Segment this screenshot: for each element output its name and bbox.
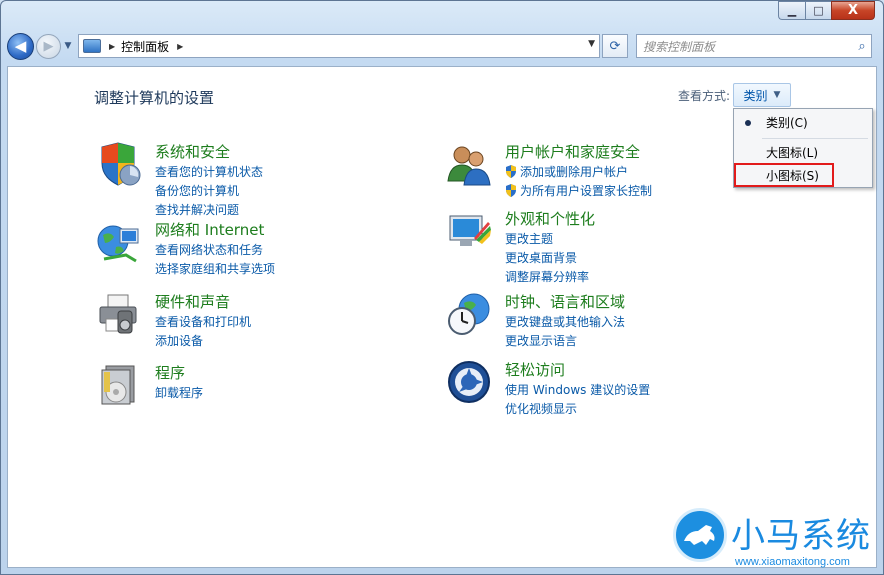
link-homegroup-sharing[interactable]: 选择家庭组和共享选项 [155, 260, 275, 279]
view-by-menu: 类别(C) 大图标(L) 小图标(S) [733, 108, 873, 188]
refresh-button[interactable]: ⟳ [602, 34, 628, 58]
search-input[interactable]: 搜索控制面板 [637, 38, 853, 55]
category-links: 更改主题 更改桌面背景 调整屏幕分辨率 [505, 230, 589, 287]
link-devices-printers[interactable]: 查看设备和打印机 [155, 313, 251, 332]
maximize-button[interactable]: □ [805, 1, 831, 20]
category-links: 查看设备和打印机 添加设备 [155, 313, 251, 351]
category-links: 查看您的计算机状态 备份您的计算机 查找并解决问题 [155, 163, 263, 220]
link-recommended-settings[interactable]: 使用 Windows 建议的设置 [505, 381, 650, 400]
horse-silhouette-icon [684, 525, 715, 545]
link-add-remove-accounts[interactable]: 添加或删除用户帐户 [505, 163, 652, 182]
view-by-label: 查看方式: [678, 89, 731, 103]
page-title: 调整计算机的设置 [94, 89, 215, 107]
search-icon[interactable]: ⌕ [853, 39, 871, 54]
link-change-keyboard[interactable]: 更改键盘或其他输入法 [505, 313, 625, 332]
link-troubleshoot[interactable]: 查找并解决问题 [155, 201, 263, 220]
uac-shield-icon [506, 184, 516, 197]
breadcrumb-control-panel[interactable]: 控制面板 [121, 38, 169, 55]
category-title[interactable]: 用户帐户和家庭安全 [505, 141, 640, 162]
link-screen-resolution[interactable]: 调整屏幕分辨率 [505, 268, 589, 287]
category-title[interactable]: 硬件和声音 [155, 291, 230, 312]
watermark-url: www.xiaomaxitong.com [735, 556, 850, 568]
link-view-computer-status[interactable]: 查看您的计算机状态 [155, 163, 263, 182]
back-button[interactable]: ◀ [7, 32, 34, 60]
link-optimize-display[interactable]: 优化视频显示 [505, 400, 650, 419]
menu-item-label: 大图标(L) [766, 146, 819, 160]
category-title[interactable]: 外观和个性化 [505, 208, 595, 229]
selected-bullet-icon [745, 120, 751, 126]
highlight-box [734, 163, 834, 187]
network-globe-icon [97, 225, 139, 263]
link-change-theme[interactable]: 更改主题 [505, 230, 589, 249]
navigation-bar: ◀ ▶ ▼ ▶ 控制面板 ▶ ▼ ⟳ 搜索控制面板 ⌕ [7, 31, 877, 61]
users-icon [447, 146, 491, 186]
category-links: 查看网络状态和任务 选择家庭组和共享选项 [155, 241, 275, 279]
display-palette-icon [449, 215, 491, 246]
forward-arrow-icon: ▶ [43, 38, 54, 54]
uac-shield-icon [506, 165, 516, 178]
link-backup-computer[interactable]: 备份您的计算机 [155, 182, 263, 201]
shield-icon [101, 142, 141, 186]
caption-buttons: ▁ □ X [778, 1, 875, 20]
menu-item-category[interactable]: 类别(C) [734, 111, 872, 135]
control-panel-icon [83, 39, 101, 53]
category-links: 卸载程序 [155, 384, 203, 403]
menu-item-label: 类别(C) [766, 116, 808, 130]
printer-icon [99, 294, 137, 334]
category-links: 更改键盘或其他输入法 更改显示语言 [505, 313, 625, 351]
category-title[interactable]: 程序 [155, 362, 185, 383]
recent-pages-dropdown[interactable]: ▼ [62, 41, 74, 51]
link-change-display-language[interactable]: 更改显示语言 [505, 332, 625, 351]
chevron-down-icon: ▼ [773, 90, 781, 100]
link-add-device[interactable]: 添加设备 [155, 332, 251, 351]
refresh-icon: ⟳ [609, 38, 621, 54]
view-by-dropdown[interactable]: 类别 ▼ [733, 83, 791, 107]
category-title[interactable]: 时钟、语言和区域 [505, 291, 625, 312]
breadcrumb-chevron-icon[interactable]: ▶ [177, 42, 183, 51]
link-view-network-status[interactable]: 查看网络状态和任务 [155, 241, 275, 260]
search-box[interactable]: 搜索控制面板 ⌕ [636, 34, 872, 58]
category-title[interactable]: 网络和 Internet [155, 219, 264, 240]
menu-divider [762, 138, 868, 139]
menu-item-large-icons[interactable]: 大图标(L) [734, 141, 872, 165]
clock-globe-icon [448, 293, 490, 335]
category-links: 使用 Windows 建议的设置 优化视频显示 [505, 381, 650, 419]
link-label: 为所有用户设置家长控制 [520, 184, 653, 198]
watermark-title: 小马系统 [731, 516, 871, 556]
address-history-dropdown-icon[interactable]: ▼ [588, 39, 595, 49]
back-arrow-icon: ◀ [14, 37, 27, 55]
minimize-button[interactable]: ▁ [778, 1, 805, 20]
address-bar[interactable]: ▶ 控制面板 ▶ ▼ [78, 34, 600, 58]
close-button[interactable]: X [831, 1, 875, 20]
view-by-value: 类别 [743, 88, 768, 103]
horse-logo-icon [673, 508, 727, 562]
category-title[interactable]: 轻松访问 [505, 359, 565, 380]
link-uninstall-program[interactable]: 卸载程序 [155, 384, 203, 403]
breadcrumb-chevron-icon[interactable]: ▶ [109, 42, 115, 51]
link-parental-controls[interactable]: 为所有用户设置家长控制 [505, 182, 652, 201]
link-label: 添加或删除用户帐户 [520, 165, 629, 179]
ease-of-access-icon [448, 361, 490, 403]
programs-box-icon [101, 365, 135, 405]
category-links: 添加或删除用户帐户 为所有用户设置家长控制 [505, 163, 652, 201]
control-panel-window: ▁ □ X ◀ ▶ ▼ ▶ 控制面板 ▶ ▼ ⟳ 搜索控制面板 ⌕ 调整计算机的… [0, 0, 884, 575]
watermark: 小马系统 www.xiaomaxitong.com [671, 502, 883, 574]
link-change-background[interactable]: 更改桌面背景 [505, 249, 589, 268]
category-title[interactable]: 系统和安全 [155, 141, 230, 162]
forward-button[interactable]: ▶ [36, 33, 61, 59]
